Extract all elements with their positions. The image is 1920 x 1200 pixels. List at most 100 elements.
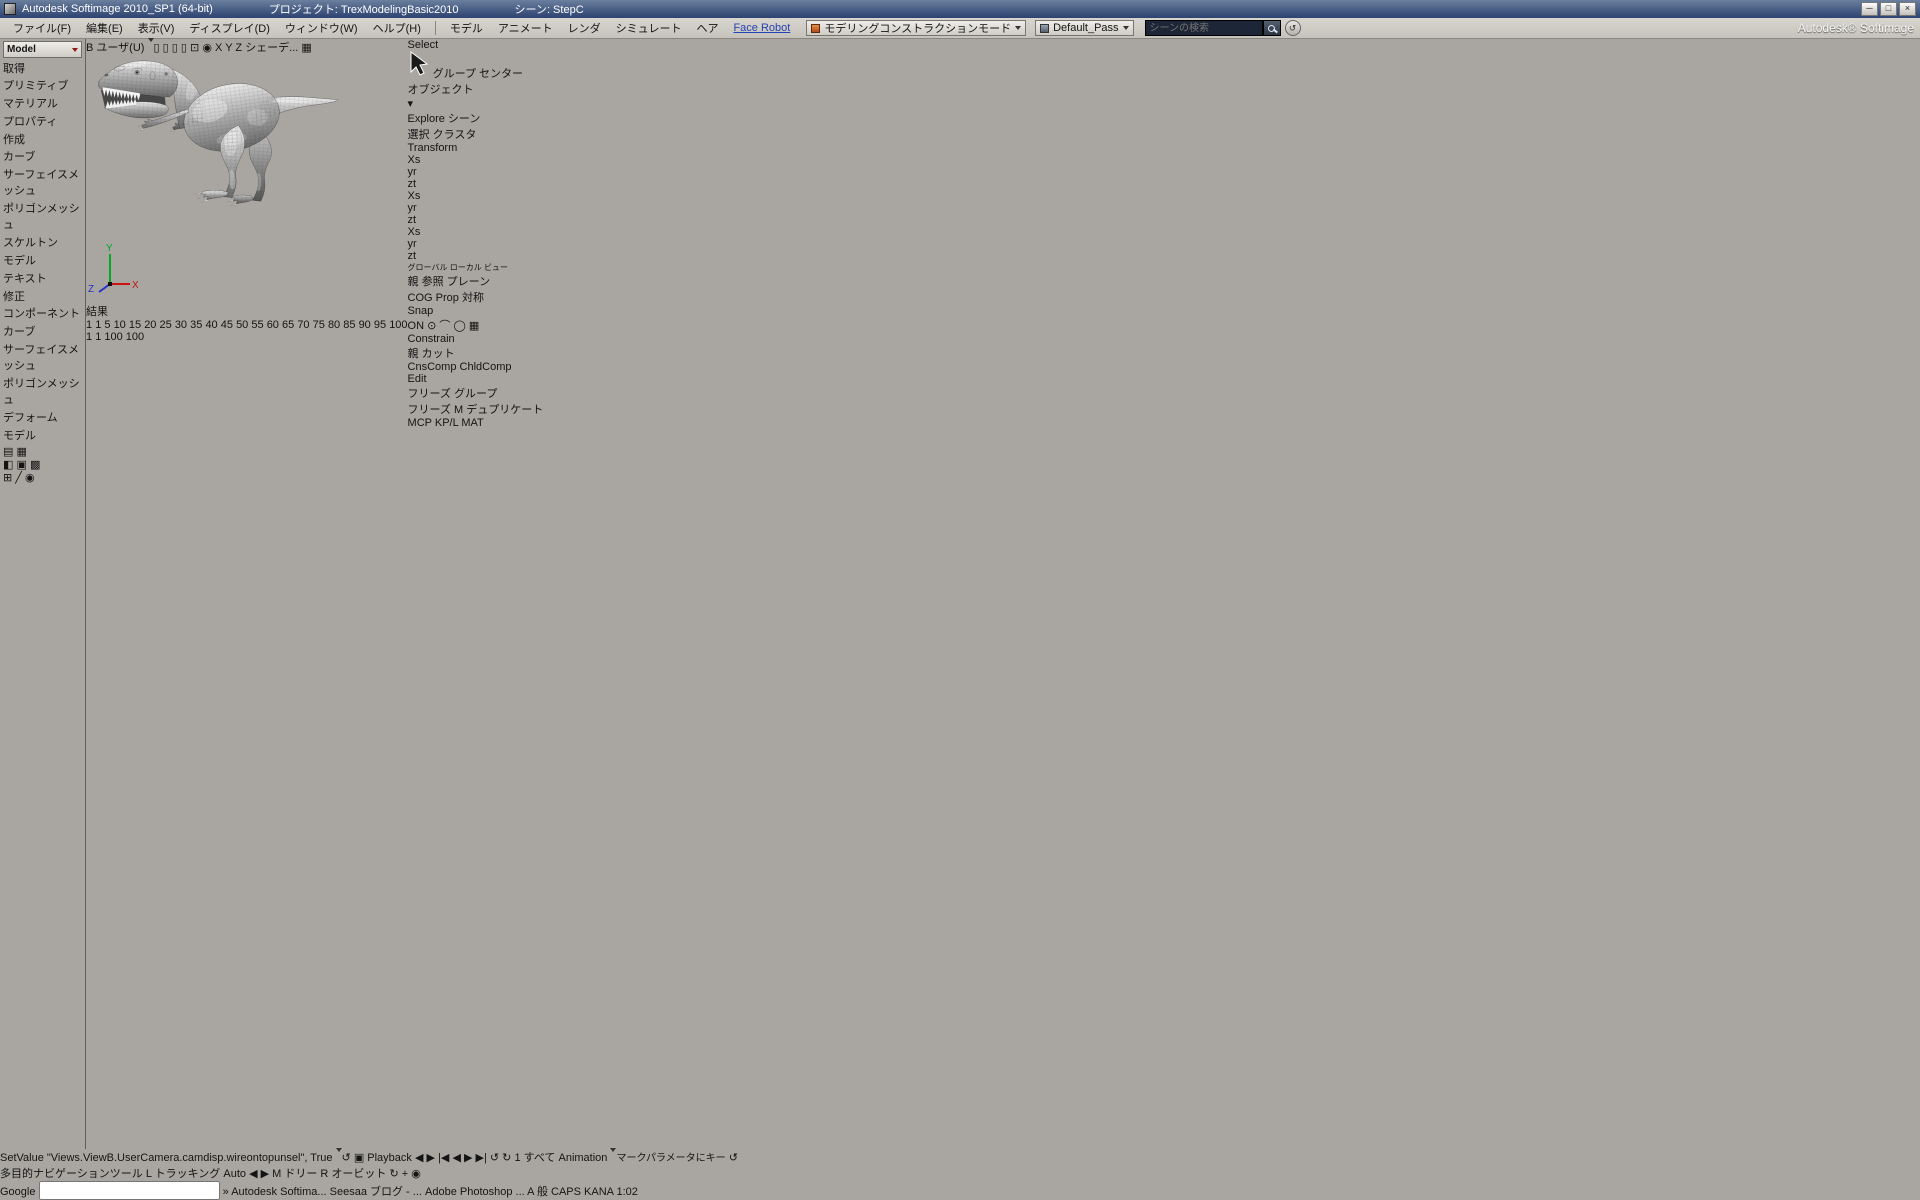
toolbar-tab-animate[interactable]: アニメート: [491, 18, 560, 38]
button-skeleton[interactable]: スケルトン: [3, 234, 82, 250]
toolbar-tab-model[interactable]: モデル: [443, 18, 490, 38]
task-button-softimage[interactable]: Autodesk Softima...: [231, 1186, 329, 1198]
next-key-arrow-button[interactable]: ▶: [261, 1168, 269, 1180]
zoom-icon[interactable]: ◉: [411, 1168, 421, 1180]
menu-item-display[interactable]: ディスプレイ(D): [182, 18, 277, 38]
end-frame-field-2[interactable]: 100: [126, 331, 144, 343]
selection-button[interactable]: 選択: [408, 129, 430, 141]
monitor-icon[interactable]: ⊡: [190, 42, 199, 54]
script-box-icon[interactable]: ▣: [354, 1152, 364, 1164]
button-polygon-mesh-modify[interactable]: ポリゴンメッシュ: [3, 375, 82, 407]
scale-mode-button[interactable]: s: [415, 154, 421, 166]
button-primitive[interactable]: プリミティブ: [3, 77, 82, 93]
toolbar-tab-face-robot[interactable]: Face Robot: [726, 20, 797, 36]
refresh-icon[interactable]: ↺: [729, 1152, 738, 1164]
layout-preset-icon[interactable]: ▣: [16, 459, 26, 471]
loop-button[interactable]: ↺: [490, 1152, 499, 1164]
memo-cam-button[interactable]: ▯: [154, 42, 160, 54]
auto-key-button[interactable]: Auto: [223, 1168, 246, 1180]
rotate-mode-button[interactable]: r: [413, 166, 417, 178]
current-frame-field[interactable]: 1: [86, 331, 92, 343]
object-button[interactable]: オブジェクト: [408, 84, 474, 96]
freeze-button[interactable]: フリーズ: [408, 388, 451, 400]
next-frame-button[interactable]: ▶: [464, 1152, 472, 1164]
layout-preset-icon[interactable]: ▩: [30, 459, 40, 471]
view-button[interactable]: ビュー: [484, 263, 508, 272]
scale-mode-button[interactable]: s: [415, 190, 421, 202]
task-button-seesaa[interactable]: Seesaa ブログ - ...: [330, 1186, 425, 1198]
animation-menu-button[interactable]: Animation: [559, 1148, 617, 1164]
group-edit-button[interactable]: グループ: [454, 388, 497, 400]
button-text[interactable]: テキスト: [3, 270, 82, 286]
cluster-button[interactable]: クラスタ: [433, 129, 477, 141]
memo-cam-button[interactable]: ▯: [181, 42, 187, 54]
layout-preset-icon[interactable]: ▦: [16, 446, 26, 458]
chldcomp-button[interactable]: ChldComp: [460, 361, 512, 373]
minimize-button[interactable]: ─: [1861, 2, 1878, 16]
maximize-button[interactable]: □: [1880, 2, 1897, 16]
script-input[interactable]: SetValue "Views.ViewB.UserCamera.camdisp…: [0, 1152, 336, 1164]
memo-cam-button[interactable]: ▯: [163, 42, 169, 54]
timeline-track[interactable]: 1 5 10 15 20 25 30 35 40 45 50 55 60 65 …: [95, 319, 389, 331]
rotate-mode-button[interactable]: r: [413, 202, 417, 214]
step-forward-button[interactable]: ▶: [427, 1152, 435, 1164]
scene-search-input[interactable]: [1145, 20, 1263, 36]
resize-grid-icon[interactable]: ▦: [301, 42, 311, 54]
button-surface-mesh-create[interactable]: サーフェイスメッシュ: [3, 166, 82, 198]
menu-item-help[interactable]: ヘルプ(H): [366, 18, 428, 38]
scene-button[interactable]: シーン: [448, 113, 480, 125]
button-curve-create[interactable]: カーブ: [3, 148, 82, 164]
camera-selector-dropdown[interactable]: ユーザ(U): [96, 38, 153, 54]
construction-mode-dropdown[interactable]: モデリングコンストラクションモード: [806, 20, 1026, 36]
toolbar-tab-hair[interactable]: ヘア: [689, 18, 725, 38]
axis-toggle-x[interactable]: X: [215, 42, 222, 54]
grid-tool-icon[interactable]: ⊞: [3, 472, 12, 484]
button-model-create[interactable]: モデル: [3, 252, 82, 268]
layout-preset-icon[interactable]: ◧: [3, 459, 13, 471]
playback-options-button[interactable]: Playback: [367, 1152, 415, 1164]
frame-field[interactable]: 1: [514, 1152, 520, 1164]
toolbar-tab-simulate[interactable]: シミュレート: [609, 18, 689, 38]
tab-kpl[interactable]: KP/L: [435, 417, 458, 429]
axis-toggle-z[interactable]: Z: [235, 42, 242, 54]
menu-item-view[interactable]: 表示(V): [131, 18, 182, 38]
end-frame-field[interactable]: 100: [104, 331, 122, 343]
cog-button[interactable]: COG: [408, 292, 433, 304]
axis-toggle-y[interactable]: Y: [225, 42, 232, 54]
scale-mode-button[interactable]: s: [415, 226, 421, 238]
start-frame-field[interactable]: 1: [95, 331, 101, 343]
local-button[interactable]: ローカル: [450, 263, 482, 272]
snap-grid-icon[interactable]: ▦: [469, 320, 479, 332]
menu-item-file[interactable]: ファイル(F): [6, 18, 78, 38]
axis-label-x[interactable]: X: [408, 154, 415, 166]
toolbar-tab-render[interactable]: レンダ: [561, 18, 608, 38]
snap-point-icon[interactable]: ⊙: [427, 320, 436, 332]
search-button[interactable]: [1263, 20, 1281, 36]
prop-button[interactable]: Prop: [436, 292, 459, 304]
selection-pick-button[interactable]: ▾: [408, 98, 414, 110]
ref-button[interactable]: 参照: [422, 276, 444, 288]
toolbar-mode-selector[interactable]: Model: [3, 41, 82, 58]
plane-button[interactable]: プレーン: [447, 276, 490, 288]
axis-label-x[interactable]: X: [408, 226, 415, 238]
last-frame-button[interactable]: ▶|: [476, 1152, 487, 1164]
viewport-id-button[interactable]: B: [86, 42, 93, 54]
task-button-photoshop[interactable]: Adobe Photoshop ...: [425, 1186, 527, 1198]
memo-cam-button[interactable]: ▯: [172, 42, 178, 54]
pass-selector-dropdown[interactable]: Default_Pass: [1035, 20, 1133, 36]
first-frame-button[interactable]: |◀: [438, 1152, 449, 1164]
group-button[interactable]: グループ: [433, 68, 476, 80]
snap-circle-icon[interactable]: ◯: [453, 320, 465, 332]
button-polygon-mesh-create[interactable]: ポリゴンメッシュ: [3, 200, 82, 232]
snap-curve-icon[interactable]: ⌒: [439, 320, 450, 332]
button-component[interactable]: コンポーネント: [3, 305, 82, 321]
constrain-parent-button[interactable]: 親: [408, 348, 419, 360]
script-undo-icon[interactable]: ↺: [342, 1152, 351, 1164]
eye-icon[interactable]: ◉: [202, 42, 212, 54]
display-mode-dropdown[interactable]: シェーデ...: [245, 42, 301, 54]
realtime-button[interactable]: ↻: [502, 1152, 511, 1164]
parent-ref-button[interactable]: 親: [408, 276, 419, 288]
close-button[interactable]: ×: [1899, 2, 1916, 16]
menu-item-window[interactable]: ウィンドウ(W): [278, 18, 365, 38]
prev-key-arrow-button[interactable]: ◀: [249, 1168, 257, 1180]
